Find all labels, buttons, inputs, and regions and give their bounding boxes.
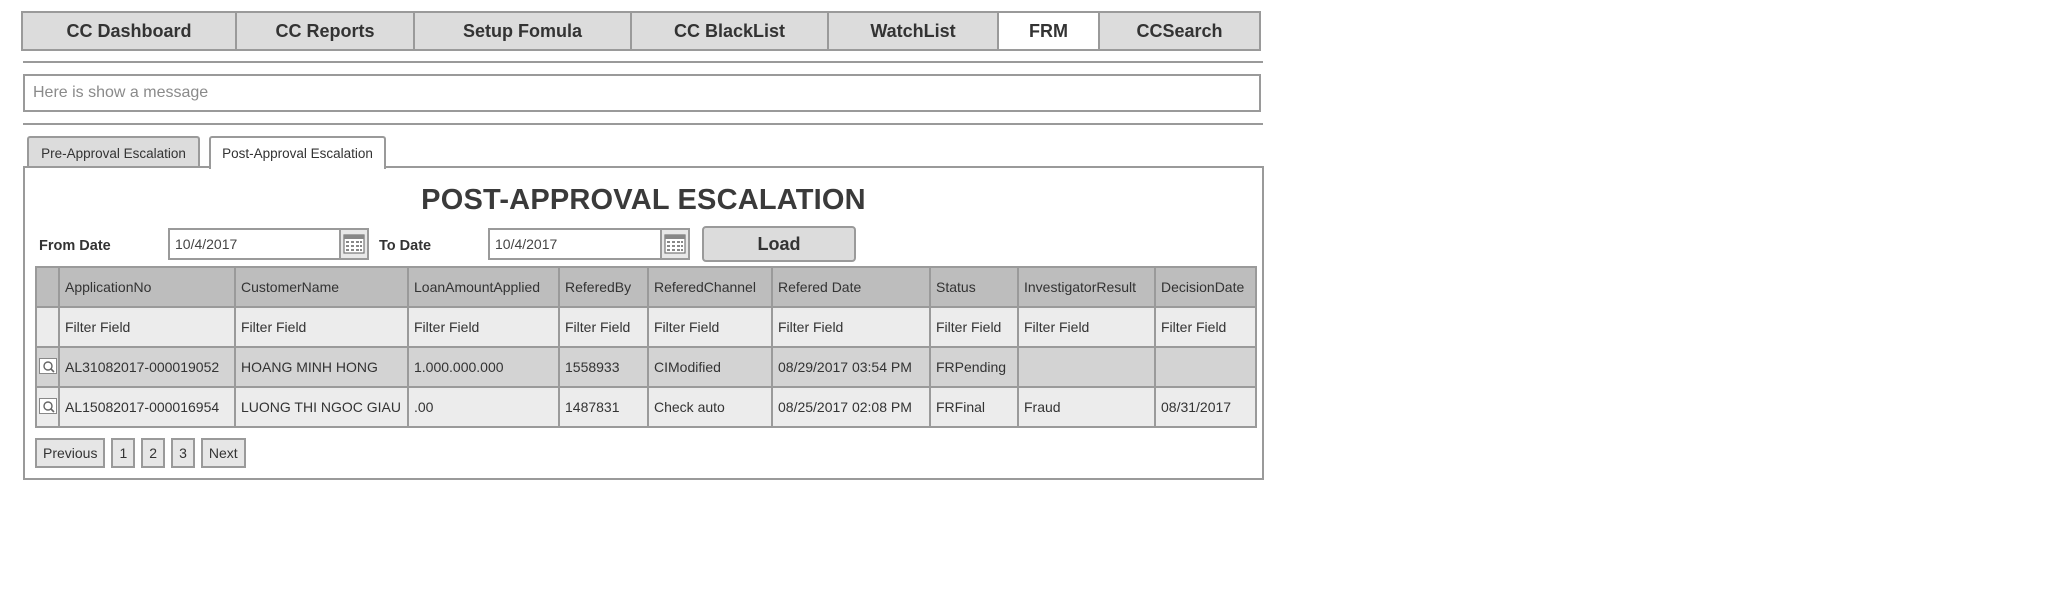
page-title: POST-APPROVAL ESCALATION xyxy=(421,184,866,216)
table-row[interactable]: AL15082017-000016954 LUONG THI NGOC GIAU… xyxy=(35,386,1257,428)
row-select-cell[interactable] xyxy=(35,386,60,428)
nav-tab-ccsearch[interactable]: CCSearch xyxy=(1100,13,1259,49)
to-date-label: To Date xyxy=(379,238,432,254)
calendar-icon[interactable] xyxy=(660,230,688,258)
cell-decisiondate xyxy=(1154,346,1257,388)
previous-page-button[interactable]: Previous xyxy=(35,438,106,468)
cell-investigatorresult: Fraud xyxy=(1017,386,1156,428)
escalation-panel: POST-APPROVAL ESCALATION From Date 10/4/… xyxy=(23,166,1264,480)
nav-tab-watchlist[interactable]: WatchList xyxy=(829,13,999,49)
filter-field-decisiondate[interactable]: Filter Field xyxy=(1154,306,1257,348)
divider-top xyxy=(23,61,1263,63)
column-header-decisiondate[interactable]: DecisionDate xyxy=(1154,266,1257,308)
to-date-field[interactable]: 10/4/2017 xyxy=(488,228,690,260)
filter-field-investigatorresult[interactable]: Filter Field xyxy=(1017,306,1156,348)
divider-bottom xyxy=(23,123,1263,125)
row-select-cell[interactable] xyxy=(35,346,60,388)
cell-customername: LUONG THI NGOC GIAU xyxy=(234,386,409,428)
magnifier-icon[interactable] xyxy=(38,357,57,374)
cell-referedchannel: Check auto xyxy=(647,386,773,428)
filter-field-referedchannel[interactable]: Filter Field xyxy=(647,306,773,348)
subtab-post-approval[interactable]: Post-Approval Escalation xyxy=(209,136,386,169)
nav-tab-cc-blacklist[interactable]: CC BlackList xyxy=(632,13,829,49)
cell-referedby: 1487831 xyxy=(558,386,649,428)
cell-applicationno: AL31082017-000019052 xyxy=(58,346,236,388)
cell-decisiondate: 08/31/2017 xyxy=(1154,386,1257,428)
filter-field-status[interactable]: Filter Field xyxy=(929,306,1019,348)
load-button[interactable]: Load xyxy=(702,226,856,262)
cell-loanamountapplied: 1.000.000.000 xyxy=(407,346,560,388)
subtab-pre-approval[interactable]: Pre-Approval Escalation xyxy=(27,136,200,168)
page-button-1[interactable]: 1 xyxy=(111,438,136,468)
page-button-3[interactable]: 3 xyxy=(171,438,195,468)
table-header-row: ApplicationNo CustomerName LoanAmountApp… xyxy=(35,266,1257,308)
nav-tab-setup-fomula[interactable]: Setup Fomula xyxy=(415,13,632,49)
escalation-table: ApplicationNo CustomerName LoanAmountApp… xyxy=(35,266,1257,428)
column-header-loanamountapplied[interactable]: LoanAmountApplied xyxy=(407,266,560,308)
filter-field-referedby[interactable]: Filter Field xyxy=(558,306,649,348)
pagination: Previous 1 2 3 Next xyxy=(35,438,246,468)
cell-investigatorresult xyxy=(1017,346,1156,388)
filter-field-refered-date[interactable]: Filter Field xyxy=(771,306,931,348)
nav-tab-cc-reports[interactable]: CC Reports xyxy=(237,13,415,49)
next-page-button[interactable]: Next xyxy=(200,438,246,468)
cell-refered-date: 08/29/2017 03:54 PM xyxy=(771,346,931,388)
cell-referedchannel: CIModified xyxy=(647,346,773,388)
page-button-2[interactable]: 2 xyxy=(141,438,166,468)
nav-tab-cc-dashboard[interactable]: CC Dashboard xyxy=(23,13,237,49)
column-header-customername[interactable]: CustomerName xyxy=(234,266,409,308)
filter-cell-select xyxy=(35,306,60,348)
filter-field-loanamountapplied[interactable]: Filter Field xyxy=(407,306,560,348)
cell-referedby: 1558933 xyxy=(558,346,649,388)
column-header-status[interactable]: Status xyxy=(929,266,1019,308)
magnifier-icon[interactable] xyxy=(38,397,57,414)
table-row[interactable]: AL31082017-000019052 HOANG MINH HONG 1.0… xyxy=(35,346,1257,388)
column-header-refered-date[interactable]: Refered Date xyxy=(771,266,931,308)
from-date-label: From Date xyxy=(39,238,111,254)
nav-tab-frm[interactable]: FRM xyxy=(999,13,1100,49)
from-date-field[interactable]: 10/4/2017 xyxy=(168,228,369,260)
filter-field-customername[interactable]: Filter Field xyxy=(234,306,409,348)
column-header-referedchannel[interactable]: ReferedChannel xyxy=(647,266,773,308)
from-date-value: 10/4/2017 xyxy=(175,236,238,252)
to-date-value: 10/4/2017 xyxy=(495,236,558,252)
cell-loanamountapplied: .00 xyxy=(407,386,560,428)
column-header-select xyxy=(35,266,60,308)
cell-customername: HOANG MINH HONG xyxy=(234,346,409,388)
column-header-investigatorresult[interactable]: InvestigatorResult xyxy=(1017,266,1156,308)
calendar-icon[interactable] xyxy=(339,230,367,258)
top-navigation: CC Dashboard CC Reports Setup Fomula CC … xyxy=(21,11,1261,51)
message-text: Here is show a message xyxy=(33,84,209,101)
table-filter-row: Filter Field Filter Field Filter Field F… xyxy=(35,306,1257,348)
cell-status: FRFinal xyxy=(929,386,1019,428)
filter-field-applicationno[interactable]: Filter Field xyxy=(58,306,236,348)
cell-applicationno: AL15082017-000016954 xyxy=(58,386,236,428)
column-header-referedby[interactable]: ReferedBy xyxy=(558,266,649,308)
message-box: Here is show a message xyxy=(23,74,1261,112)
cell-status: FRPending xyxy=(929,346,1019,388)
cell-refered-date: 08/25/2017 02:08 PM xyxy=(771,386,931,428)
column-header-applicationno[interactable]: ApplicationNo xyxy=(58,266,236,308)
